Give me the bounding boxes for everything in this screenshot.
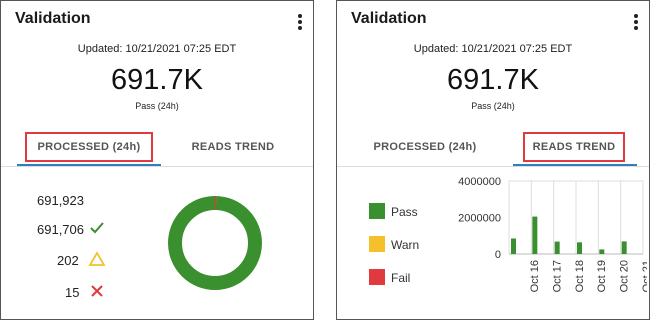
bar-pass (511, 238, 516, 254)
bar-pass (577, 242, 582, 254)
total-count: 691,923 (37, 193, 84, 208)
tab-processed[interactable]: PROCESSED (24h) (361, 132, 489, 162)
validation-card-processed: Validation Updated: 10/21/2021 07:25 EDT… (0, 0, 314, 320)
legend-fail-swatch (369, 269, 385, 285)
metric-value: 691.7K (111, 64, 203, 96)
metric-label: Pass (24h) (135, 101, 179, 111)
fail-count: 15 (65, 285, 80, 300)
x-tick-label: Oct 16 (529, 260, 541, 292)
tab-reads-trend[interactable]: READS TREND (169, 132, 297, 162)
card-title: Validation (15, 10, 91, 27)
legend-fail-label: Fail (391, 271, 411, 285)
bar-pass (621, 241, 627, 254)
legend-warn-label: Warn (391, 238, 420, 252)
legend-pass-label: Pass (391, 205, 418, 219)
legend-warn-swatch (369, 236, 385, 252)
x-tick-label: Oct 18 (574, 260, 586, 292)
bar-pass (554, 241, 560, 254)
tab-divider (1, 166, 313, 167)
reads-trend-bar-chart: 4000000 2000000 0 Oct 16 Oct 17 Oct 18 Oct 19 O… (458, 176, 647, 292)
card-title: Validation (351, 10, 427, 27)
kebab-menu-icon[interactable] (633, 14, 639, 30)
kebab-menu-icon[interactable] (297, 14, 303, 30)
pass-count: 691,706 (37, 222, 84, 237)
legend-pass-swatch (369, 203, 385, 219)
warn-count: 202 (57, 253, 79, 268)
donut-slice-pass (168, 196, 262, 290)
tab-processed[interactable]: PROCESSED (24h) (25, 132, 153, 162)
y-tick-label: 0 (495, 249, 501, 261)
updated-timestamp: Updated: 10/21/2021 07:25 EDT (77, 43, 237, 55)
status-donut-chart (168, 196, 262, 290)
x-tick-label: Oct 17 (552, 260, 564, 292)
x-tick-label: Oct 21 (641, 260, 647, 292)
metric-value: 691.7K (447, 64, 539, 96)
x-tick-label: Oct 19 (596, 260, 608, 292)
tab-reads-trend[interactable]: READS TREND (523, 132, 625, 162)
bar-pass (532, 216, 538, 254)
y-tick-label: 4000000 (458, 176, 501, 188)
updated-timestamp: Updated: 10/21/2021 07:25 EDT (413, 43, 573, 55)
x-tick-label: Oct 20 (619, 260, 631, 292)
bar-pass (599, 249, 605, 254)
warning-triangle-icon (88, 251, 106, 266)
close-x-icon (91, 285, 103, 297)
tab-divider (337, 166, 649, 167)
validation-card-trend: Validation Updated: 10/21/2021 07:25 EDT… (336, 0, 650, 320)
y-tick-label: 2000000 (458, 213, 501, 225)
metric-label: Pass (24h) (471, 101, 515, 111)
check-icon (90, 222, 104, 234)
